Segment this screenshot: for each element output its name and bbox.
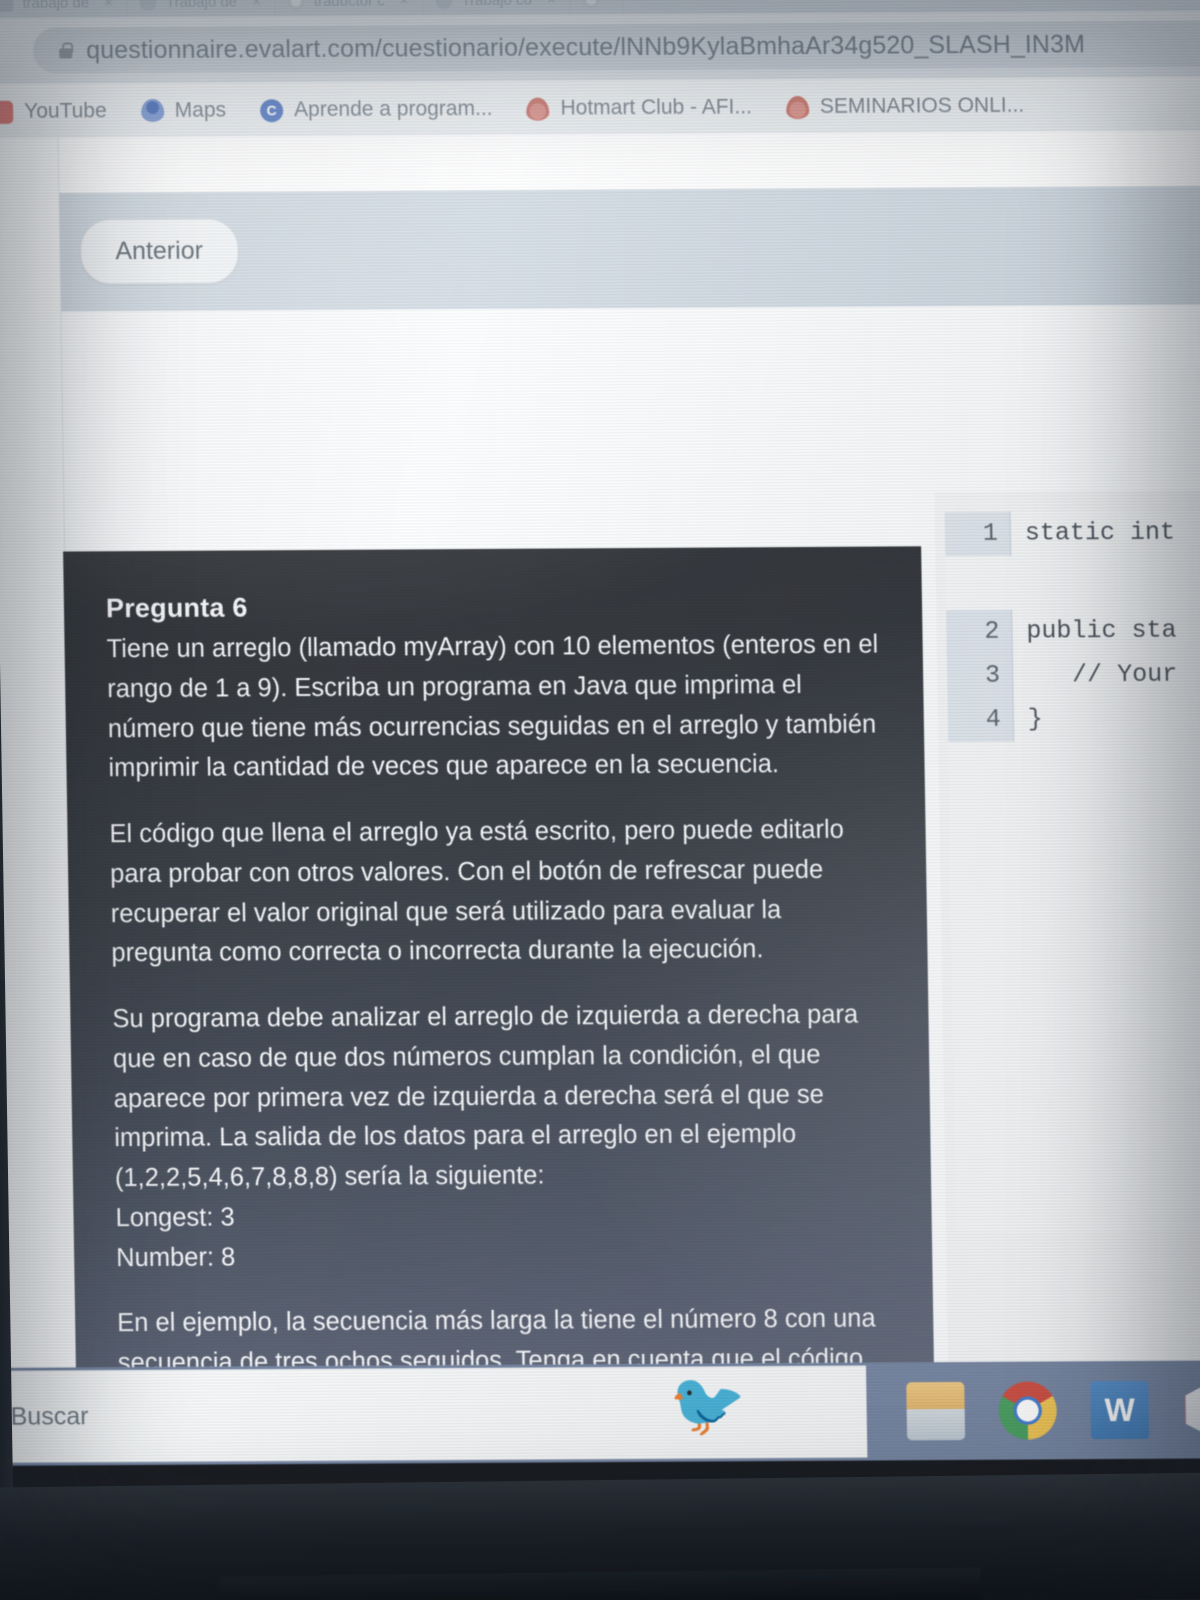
taskbar-search-box[interactable]: Buscar 🐦: [5, 1365, 868, 1463]
question-nav-strip: Anterior: [59, 186, 1200, 312]
package-icon[interactable]: [1182, 1380, 1200, 1438]
youtube-icon: [0, 100, 14, 124]
code-line[interactable]: 3 // Your: [946, 652, 1200, 699]
bookmark-aprende-a-programar[interactable]: C Aprende a program...: [259, 96, 493, 122]
file-explorer-icon[interactable]: [906, 1381, 966, 1441]
laptop-screen: trabajo de × Trabajo de × traductor c × …: [0, 0, 1200, 1466]
previous-button[interactable]: Anterior: [79, 218, 239, 285]
question-paragraph-1: Tiene un arreglo (llamado myArray) con 1…: [106, 630, 879, 783]
question-example-longest: Longest: 3: [115, 1203, 235, 1233]
hotmart-icon: [526, 97, 550, 121]
bookmark-label: Maps: [174, 98, 227, 122]
address-bar-url: questionnaire.evalart.com/cuestionario/e…: [85, 29, 1086, 64]
maps-pin-icon: [140, 98, 164, 122]
question-paragraph-3: Su programa debe analizar el arreglo de …: [112, 1000, 859, 1193]
question-title: Pregunta 6: [105, 592, 248, 624]
hotmart-icon: [785, 95, 810, 119]
code-editor-column: 1 static int 2 public sta 3 // Your 4}: [934, 489, 1200, 1466]
bookmark-maps[interactable]: Maps: [140, 98, 227, 124]
tab-title: traductor c: [313, 0, 385, 10]
generic-page-icon: [435, 0, 453, 9]
line-code: // Your: [1026, 659, 1178, 690]
close-icon[interactable]: ×: [400, 0, 409, 9]
taskbar-search-placeholder: Buscar: [10, 1401, 89, 1431]
question-paragraph-2: El código que llena el arreglo ya está e…: [109, 815, 845, 968]
coursera-icon: C: [259, 98, 284, 122]
windows-taskbar: Buscar 🐦 W: [5, 1360, 1200, 1466]
taskbar-app-icons: W: [866, 1380, 1200, 1441]
pinterest-icon: [582, 0, 600, 8]
question-content-area: Pregunta 6 Tiene un arreglo (llamado myA…: [61, 304, 1200, 1466]
code-line[interactable]: 4 }: [947, 696, 1200, 743]
cortana-bird-icon[interactable]: 🐦: [669, 1370, 747, 1439]
question-panel: Pregunta 6 Tiene un arreglo (llamado myA…: [63, 546, 938, 1466]
photo-of-laptop-screen: trabajo de × Trabajo de × traductor c × …: [0, 0, 1200, 1600]
tab-title: trabajo de: [22, 0, 90, 12]
line-number: 2: [946, 609, 1013, 655]
close-icon[interactable]: ×: [104, 0, 113, 11]
bookmark-youtube[interactable]: YouTube: [0, 99, 107, 124]
line-code: public sta: [1026, 615, 1177, 646]
bookmarks-bar: YouTube Maps C Aprende a program... Hotm…: [0, 76, 1200, 140]
code-line[interactable]: 1 static int: [944, 510, 1200, 557]
bookmark-seminarios-online[interactable]: SEMINARIOS ONLI...: [785, 93, 1025, 119]
generic-page-icon: [139, 0, 158, 11]
bookmark-hotmart-club[interactable]: Hotmart Club - AFI...: [526, 95, 753, 121]
tab-title: Trabajo de: [165, 0, 238, 11]
bookmark-label: SEMINARIOS ONLI...: [819, 93, 1025, 118]
code-line[interactable]: 2 public sta: [946, 608, 1200, 655]
line-number: 4: [947, 697, 1015, 743]
question-example-number: Number: 8: [115, 1243, 236, 1272]
code-editor[interactable]: 1 static int 2 public sta 3 // Your 4}: [944, 509, 1200, 1233]
line-code: static int: [1024, 517, 1176, 548]
close-icon[interactable]: ×: [547, 0, 556, 8]
chrome-icon[interactable]: [998, 1381, 1058, 1440]
line-number: 1: [944, 511, 1012, 557]
lock-icon: [59, 42, 72, 58]
line-code: }: [1027, 704, 1044, 734]
address-bar[interactable]: questionnaire.evalart.com/cuestionario/e…: [32, 20, 1200, 74]
google-icon: [287, 0, 306, 10]
close-icon[interactable]: ×: [252, 0, 261, 10]
bookmark-label: Aprende a program...: [293, 96, 493, 122]
bookmark-label: YouTube: [23, 99, 107, 123]
generic-page-icon: [0, 0, 14, 12]
line-number: 3: [946, 653, 1014, 699]
omnibox-row: questionnaire.evalart.com/cuestionario/e…: [0, 10, 1200, 86]
laptop-bezel-bottom: [0, 1472, 1200, 1600]
page-top-card: [58, 130, 1200, 194]
word-icon[interactable]: W: [1090, 1380, 1150, 1440]
bookmark-label: Hotmart Club - AFI...: [560, 95, 753, 120]
tab-title: Trabajo co: [461, 0, 532, 9]
page-body: Anterior Pregunta 6 Tiene un arreglo (ll…: [0, 130, 1200, 1466]
